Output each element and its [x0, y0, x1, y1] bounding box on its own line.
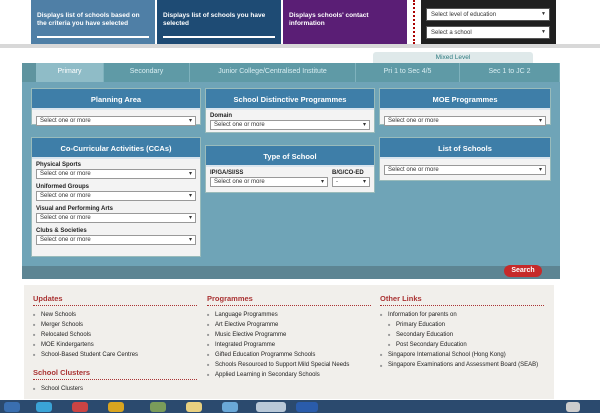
dotted-divider: [413, 0, 417, 44]
start-icon[interactable]: [4, 402, 20, 412]
programmes-title: Programmes: [207, 285, 371, 306]
parents-info-label: Information for parents on: [380, 312, 550, 322]
app-icon[interactable]: [36, 402, 52, 412]
planning-area-title: Planning Area: [32, 89, 200, 110]
school-type-title: Type of School: [206, 146, 374, 167]
panel-footer: [22, 266, 560, 279]
app-icon[interactable]: [222, 402, 238, 412]
tab-sec1-jc2[interactable]: Sec 1 to JC 2: [460, 63, 560, 82]
clubs-societies-select[interactable]: Select one or more: [36, 235, 196, 245]
mixed-level-label: Mixed Level: [373, 52, 533, 63]
list-of-schools-title: List of Schools: [380, 138, 550, 159]
updates-title: Updates: [33, 285, 197, 306]
uniformed-groups-select[interactable]: Select one or more: [36, 191, 196, 201]
tile-search-results[interactable]: Displays list of schools based on the cr…: [31, 0, 155, 44]
folder-icon[interactable]: [186, 402, 202, 412]
app-icon[interactable]: [108, 402, 124, 412]
moe-programmes-title: MOE Programmes: [380, 89, 550, 110]
cca-title: Co-Curricular Activities (CCAs): [32, 138, 200, 159]
links-section: Updates New Schools Merger Schools Reloc…: [24, 285, 554, 399]
word-icon[interactable]: [296, 402, 318, 412]
school-clusters-title: School Clusters: [33, 362, 197, 380]
cca-group-label: Clubs & Societies: [36, 228, 87, 234]
link-item[interactable]: Art Elective Programme: [207, 322, 377, 332]
planning-area-select[interactable]: Select one or more: [36, 116, 196, 126]
tab-secondary[interactable]: Secondary: [104, 63, 190, 82]
domain-label: Domain: [210, 113, 233, 119]
list-of-schools-box: List of Schools Select one or more: [379, 137, 551, 181]
school-type-box: Type of School IP/GA/SI/SS Select one or…: [205, 145, 375, 193]
list-of-schools-select[interactable]: Select one or more: [384, 165, 546, 175]
tile-selected-schools[interactable]: Displays list of schools you have select…: [157, 0, 281, 44]
tile-underline: [37, 36, 149, 38]
link-item[interactable]: Singapore Examinations and Assessment Bo…: [380, 362, 550, 378]
performing-arts-select[interactable]: Select one or more: [36, 213, 196, 223]
school-select[interactable]: Select a school: [426, 26, 550, 39]
link-item[interactable]: Schools Resourced to Support Mild Specia…: [207, 362, 377, 372]
top-band: Displays list of schools based on the cr…: [0, 0, 600, 48]
keyboard-icon[interactable]: [566, 402, 580, 412]
link-item[interactable]: New Schools: [33, 312, 203, 322]
cca-box: Co-Curricular Activities (CCAs) Physical…: [31, 137, 201, 257]
app-icon[interactable]: [72, 402, 88, 412]
other-links-title: Other Links: [380, 285, 544, 306]
distinctive-programmes-box: School Distinctive Programmes Domain Sel…: [205, 88, 375, 133]
tab-pri1-sec4[interactable]: Pri 1 to Sec 4/5: [356, 63, 460, 82]
physical-sports-select[interactable]: Select one or more: [36, 169, 196, 179]
gender-label: B/G/CO-ED: [332, 170, 364, 176]
link-item[interactable]: Singapore International School (Hong Kon…: [380, 352, 550, 362]
planning-area-box: Planning Area Select one or more: [31, 88, 201, 126]
search-panel: Primary Secondary Junior College/Central…: [22, 63, 560, 279]
ip-ga-label: IP/GA/SI/SS: [210, 170, 244, 176]
cca-group-label: Uniformed Groups: [36, 184, 90, 190]
link-item[interactable]: MOE Kindergartens: [33, 342, 203, 352]
ip-ga-select[interactable]: Select one or more: [210, 177, 328, 187]
tile-contact-info[interactable]: Displays schools' contact information: [283, 0, 407, 44]
moe-programmes-box: MOE Programmes Select one or more: [379, 88, 551, 126]
link-item[interactable]: Primary Education: [380, 322, 550, 332]
divider-bar: [0, 44, 600, 48]
link-item[interactable]: Post Secondary Education: [380, 342, 550, 352]
link-item[interactable]: School-Based Student Care Centres: [33, 352, 203, 362]
link-item[interactable]: Applied Learning in Secondary Schools: [207, 372, 377, 382]
gender-select[interactable]: -: [332, 177, 370, 187]
updates-column: Updates New Schools Merger Schools Reloc…: [33, 285, 203, 396]
distinctive-programmes-title: School Distinctive Programmes: [206, 89, 374, 110]
other-links-column: Other Links Information for parents on P…: [380, 285, 550, 378]
search-button[interactable]: Search: [504, 265, 542, 277]
level-select[interactable]: Select level of education: [426, 8, 550, 21]
tab-primary[interactable]: Primary: [36, 63, 104, 82]
link-item[interactable]: Integrated Programme: [207, 342, 377, 352]
app-icon[interactable]: [150, 402, 166, 412]
link-item[interactable]: Relocated Schools: [33, 332, 203, 342]
link-item[interactable]: Gifted Education Programme Schools: [207, 352, 377, 362]
level-tabs: Primary Secondary Junior College/Central…: [22, 63, 560, 82]
link-item[interactable]: School Clusters: [33, 386, 203, 396]
link-item[interactable]: Language Programmes: [207, 312, 377, 322]
link-item[interactable]: Merger Schools: [33, 322, 203, 332]
moe-programmes-select[interactable]: Select one or more: [384, 116, 546, 126]
domain-select[interactable]: Select one or more: [210, 120, 370, 130]
tile-underline: [163, 36, 275, 38]
programmes-column: Programmes Language Programmes Art Elect…: [207, 285, 377, 382]
cca-group-label: Visual and Performing Arts: [36, 206, 114, 212]
link-item[interactable]: Secondary Education: [380, 332, 550, 342]
link-item[interactable]: Music Elective Programme: [207, 332, 377, 342]
browser-icon[interactable]: [256, 402, 286, 412]
cca-group-label: Physical Sports: [36, 162, 82, 168]
tab-junior-college[interactable]: Junior College/Centralised Institute: [190, 63, 356, 82]
